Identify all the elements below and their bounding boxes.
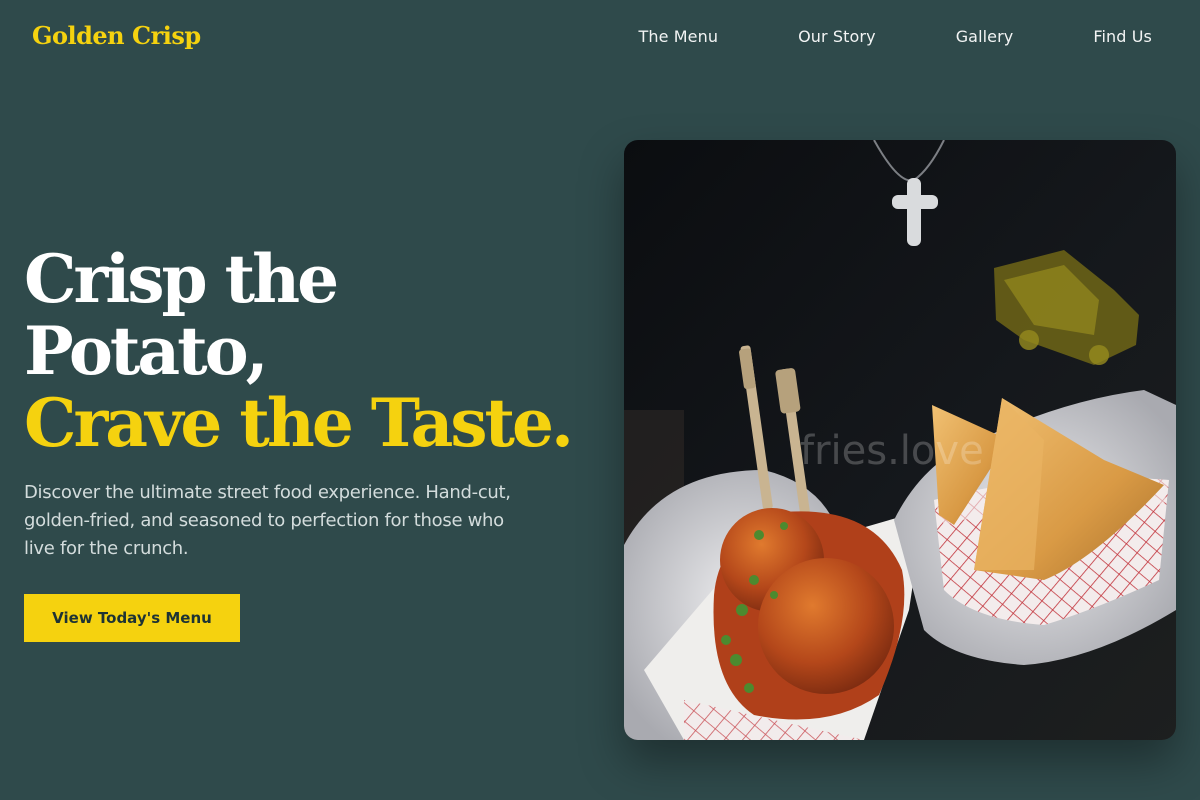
photo-watermark: fries.love: [800, 428, 984, 474]
hero-title-line-2: Potato,: [24, 312, 269, 390]
hero-description: Discover the ultimate street food experi…: [24, 482, 511, 559]
nav-item-our-story[interactable]: Our Story: [798, 27, 876, 46]
food-photo-illustration: fries.love: [624, 140, 1176, 740]
brand-logo[interactable]: Golden Crisp: [32, 21, 201, 50]
view-menu-button[interactable]: View Today's Menu: [24, 594, 240, 642]
hero-title-accent: Crave the Taste.: [24, 384, 574, 462]
nav-item-find-us[interactable]: Find Us: [1093, 27, 1152, 46]
hero-title-line-1: Crisp the: [24, 240, 339, 318]
nav-item-menu[interactable]: The Menu: [639, 27, 719, 46]
nav-item-gallery[interactable]: Gallery: [956, 27, 1014, 46]
main-nav: The Menu Our Story Gallery Find Us: [639, 27, 1152, 46]
hero-photo: fries.love: [624, 140, 1176, 740]
hero-title: Crisp the Potato, Crave the Taste.: [24, 243, 584, 459]
meatball: [758, 558, 894, 694]
